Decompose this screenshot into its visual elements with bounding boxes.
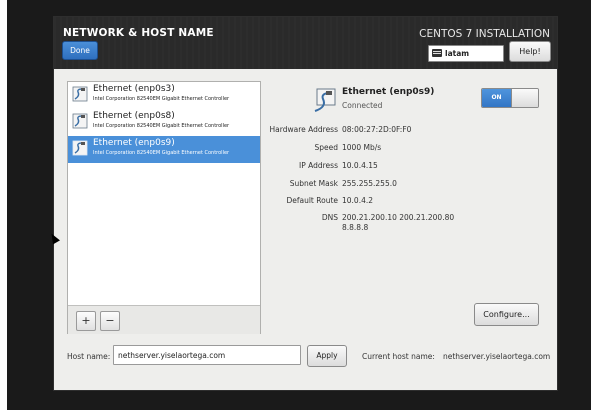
subnet-mask-label: Subnet Mask bbox=[289, 179, 338, 188]
device-name: Ethernet (enp0s3) bbox=[93, 84, 175, 94]
hostname-label: Host name: bbox=[67, 352, 111, 361]
hostname-input[interactable]: nethserver.yiselaortega.com bbox=[113, 345, 301, 365]
configure-button[interactable]: Configure... bbox=[474, 303, 539, 326]
apply-button[interactable]: Apply bbox=[307, 345, 347, 367]
ip-address-value: 10.0.4.15 bbox=[342, 161, 378, 170]
default-route-value: 10.0.4.2 bbox=[342, 196, 374, 205]
keyboard-layout-indicator[interactable]: latam bbox=[428, 45, 504, 62]
ethernet-icon bbox=[72, 140, 88, 156]
keyboard-layout-label: latam bbox=[445, 49, 470, 58]
remove-device-button[interactable]: − bbox=[100, 311, 120, 331]
ip-address-label: IP Address bbox=[299, 161, 338, 170]
dns-value: 200.21.200.10 200.21.200.80 8.8.8.8 bbox=[342, 213, 455, 232]
toggle-on-label: ON bbox=[482, 89, 511, 107]
page-title: NETWORK & HOST NAME bbox=[63, 27, 214, 39]
device-item-enp0s3[interactable]: Ethernet (enp0s3) Intel Corporation 8254… bbox=[68, 82, 260, 109]
done-button[interactable]: Done bbox=[62, 41, 98, 60]
product-title: CENTOS 7 INSTALLATION bbox=[419, 28, 550, 40]
current-hostname-label: Current host name: bbox=[362, 352, 435, 361]
header-bar: NETWORK & HOST NAME Done CENTOS 7 INSTAL… bbox=[54, 17, 557, 69]
toggle-knob bbox=[511, 89, 538, 107]
ethernet-icon bbox=[314, 88, 336, 112]
connection-status: Connected bbox=[342, 101, 383, 110]
selected-device-name: Ethernet (enp0s9) bbox=[342, 87, 435, 97]
ethernet-icon bbox=[72, 86, 88, 102]
speed-value: 1000 Mb/s bbox=[342, 143, 382, 152]
current-hostname-value: nethserver.yiselaortega.com bbox=[443, 352, 551, 361]
help-button[interactable]: Help! bbox=[509, 41, 551, 62]
device-list: Ethernet (enp0s3) Intel Corporation 8254… bbox=[67, 81, 261, 334]
device-description: Intel Corporation 82540EM Gigabit Ethern… bbox=[93, 96, 230, 102]
hardware-address-value: 08:00:27:2D:0F:F0 bbox=[342, 125, 412, 134]
subnet-mask-value: 255.255.255.0 bbox=[342, 179, 397, 188]
connection-toggle[interactable]: ON bbox=[481, 88, 539, 108]
ethernet-icon bbox=[72, 113, 88, 129]
speed-label: Speed bbox=[314, 143, 338, 152]
device-name: Ethernet (enp0s9) bbox=[93, 138, 175, 148]
device-name: Ethernet (enp0s8) bbox=[93, 111, 175, 121]
hardware-address-label: Hardware Address bbox=[269, 125, 338, 134]
device-list-toolbar: + − bbox=[68, 305, 260, 334]
keyboard-icon bbox=[432, 49, 442, 57]
default-route-label: Default Route bbox=[286, 196, 338, 205]
dns-label: DNS bbox=[321, 213, 338, 222]
add-device-button[interactable]: + bbox=[76, 311, 96, 331]
